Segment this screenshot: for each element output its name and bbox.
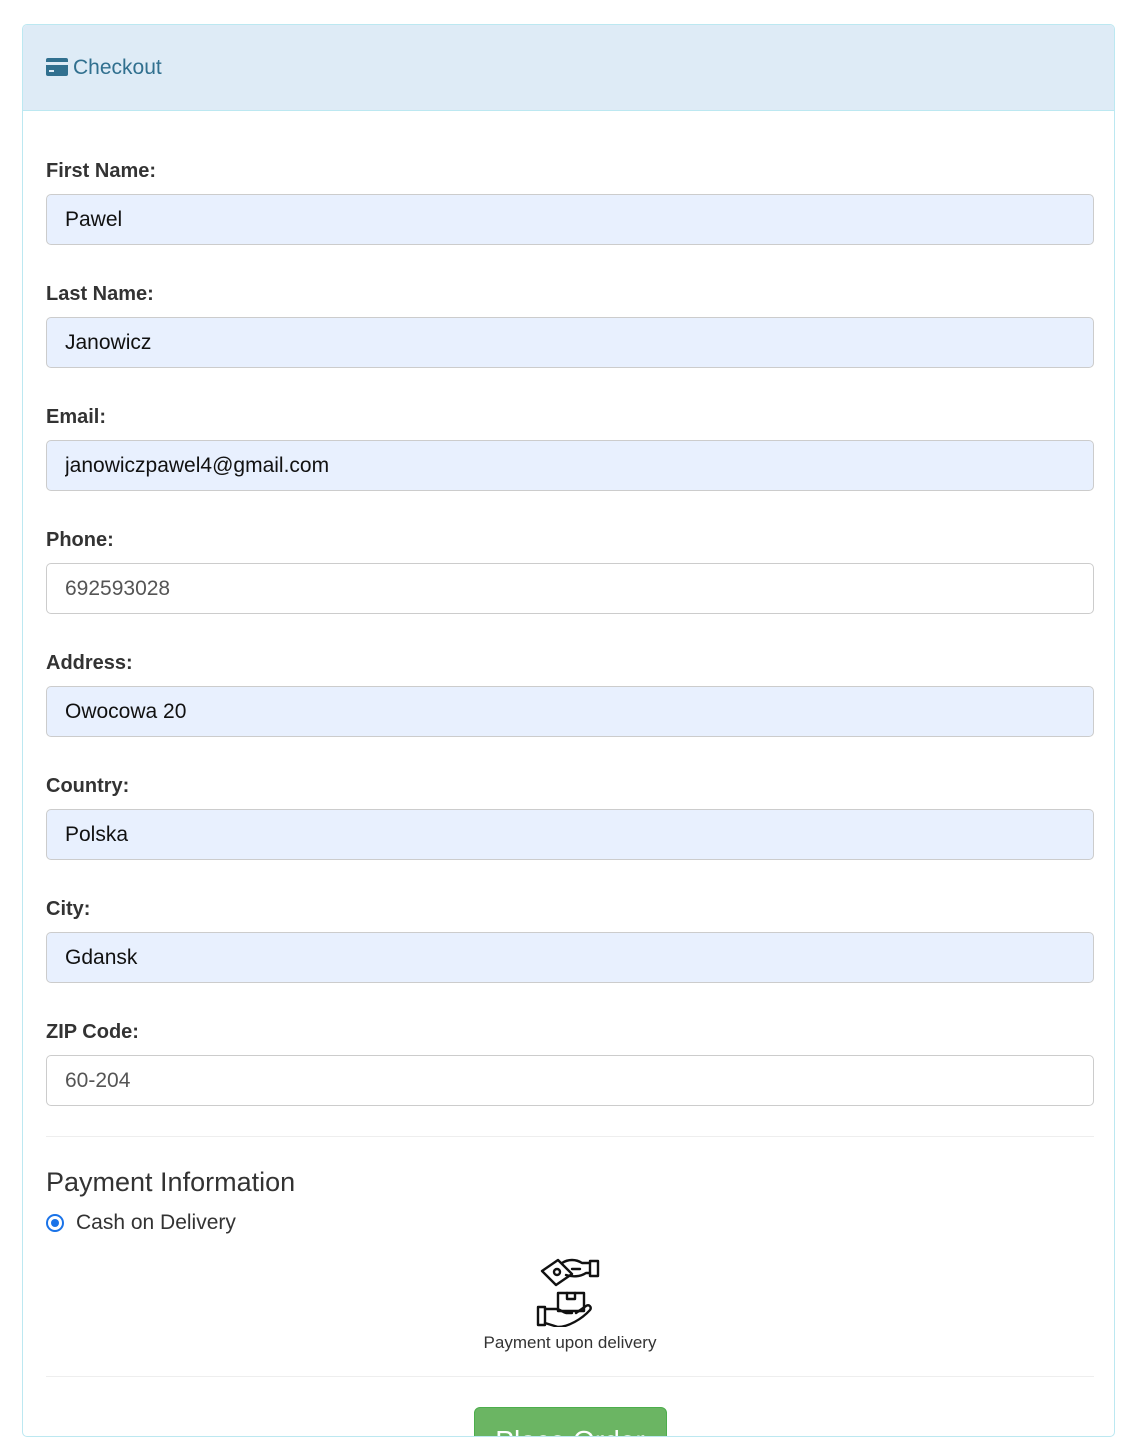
divider [46,1136,1094,1137]
cash-on-delivery-label: Cash on Delivery [76,1211,236,1234]
page-title: Checkout [73,55,162,79]
divider [46,1376,1094,1377]
checkout-form: First Name: Last Name: Email: Phone: Add… [23,159,1114,1436]
city-group: City: [46,897,1094,983]
first-name-group: First Name: [46,159,1094,245]
cash-on-delivery-option[interactable]: Cash on Delivery [46,1210,1092,1236]
city-input[interactable] [46,932,1094,983]
first-name-label: First Name: [46,160,157,182]
phone-input[interactable] [46,563,1094,614]
city-label: City: [46,898,91,920]
country-label: Country: [46,775,130,797]
payment-caption: Payment upon delivery [483,1333,657,1352]
last-name-label: Last Name: [46,283,154,305]
last-name-input[interactable] [46,317,1094,368]
checkout-panel: Checkout First Name: Last Name: Email: P… [22,24,1115,1437]
zip-label: ZIP Code: [46,1021,139,1043]
phone-label: Phone: [46,529,114,551]
payment-title: Payment Information [46,1167,296,1197]
email-label: Email: [46,406,107,428]
country-input[interactable] [46,809,1094,860]
checkout-header: Checkout [23,25,1114,111]
address-group: Address: [46,651,1094,737]
email-input[interactable] [46,440,1094,491]
delivery-info: Payment upon delivery [46,1253,1094,1353]
place-order-button[interactable]: Place Order [473,1407,667,1436]
credit-card-icon [46,57,68,76]
address-input[interactable] [46,686,1094,737]
first-name-input[interactable] [46,194,1094,245]
address-label: Address: [46,652,133,674]
email-group: Email: [46,405,1094,491]
last-name-group: Last Name: [46,282,1094,368]
actions: Place Order [46,1407,1094,1436]
cash-on-delivery-icon [536,1258,600,1327]
cash-on-delivery-radio[interactable] [46,1214,64,1232]
phone-group: Phone: [46,528,1094,614]
country-group: Country: [46,774,1094,860]
zip-input[interactable] [46,1055,1094,1106]
zip-group: ZIP Code: [46,1020,1094,1106]
